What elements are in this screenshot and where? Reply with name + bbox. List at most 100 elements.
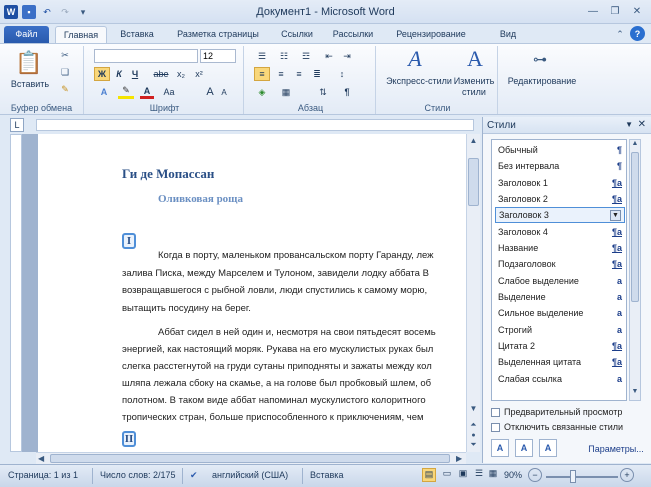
close-pane-icon[interactable]: ✕	[638, 119, 646, 130]
tab-review[interactable]: Рецензирование	[386, 26, 476, 43]
word-count[interactable]: Число слов: 2/175	[100, 470, 176, 480]
font-name-select[interactable]	[94, 49, 198, 63]
paragraph-line[interactable]: шляпа лежала сбоку на скамье, а на голов…	[122, 375, 431, 392]
vertical-scroll-thumb[interactable]	[468, 158, 479, 206]
style-item-subtitle[interactable]: Подзаголовок ¶a	[495, 256, 625, 272]
editing-button[interactable]: Редактирование	[500, 76, 584, 86]
change-styles-icon[interactable]: A	[462, 46, 488, 72]
close-icon[interactable]: ✕	[627, 3, 647, 19]
increase-indent-icon[interactable]: ⇥	[340, 49, 354, 63]
next-page-icon[interactable]: ⏷	[468, 440, 479, 451]
binoculars-icon[interactable]: ⊶	[530, 49, 550, 69]
style-item-subtle-emphasis[interactable]: Слабое выделение a	[495, 273, 625, 289]
horizontal-scroll-thumb[interactable]	[50, 454, 450, 463]
paragraph-line[interactable]: тропических стран, больше приспособленно…	[122, 409, 424, 426]
collapse-ribbon-icon[interactable]: ⌃	[614, 27, 626, 41]
tab-page-layout[interactable]: Разметка страницы	[168, 26, 268, 43]
underline-button[interactable]: Ч	[128, 67, 142, 81]
tab-file[interactable]: Файл	[4, 26, 49, 43]
sort-icon[interactable]: ⇅	[316, 85, 330, 99]
scroll-left-icon[interactable]: ◀	[38, 454, 44, 463]
decrease-indent-icon[interactable]: ⇤	[322, 49, 336, 63]
tab-selector-button[interactable]: L	[10, 118, 24, 132]
zoom-slider-track[interactable]	[546, 476, 618, 478]
bullets-icon[interactable]: ☰	[254, 49, 270, 63]
checkbox-box[interactable]	[491, 407, 500, 417]
zoom-out-icon[interactable]: −	[528, 468, 542, 482]
text-effects-icon[interactable]: A	[96, 85, 112, 99]
paragraph-line[interactable]: Аббат сидел в ней один и, несмотря на св…	[158, 324, 436, 341]
style-item-heading-3[interactable]: Заголовок 3 ▼	[495, 207, 625, 223]
document-page[interactable]: Ги де Мопассан Оливковая роща I Когда в …	[38, 134, 478, 452]
tab-home[interactable]: Главная	[55, 26, 107, 43]
paragraph-line[interactable]: вытащить посудину на берег.	[122, 300, 251, 317]
pane-menu-icon[interactable]: ▼	[625, 120, 633, 129]
change-case-button[interactable]: Aa	[160, 85, 178, 99]
style-item-strong[interactable]: Строгий a	[495, 322, 625, 338]
horizontal-scrollbar[interactable]: ◀ ▶	[36, 452, 466, 464]
document-author[interactable]: Ги де Мопассан	[122, 166, 214, 182]
font-size-select[interactable]: 12	[200, 49, 236, 63]
draft-icon[interactable]: ▦	[486, 468, 500, 482]
scroll-right-icon[interactable]: ▶	[456, 454, 462, 463]
superscript-button[interactable]: x²	[192, 67, 206, 81]
cut-icon[interactable]: ✂	[58, 48, 72, 62]
paragraph-line[interactable]: полотном. В таком виде аббат напоминал м…	[122, 392, 426, 409]
bold-button[interactable]: Ж	[94, 67, 110, 81]
style-item-heading-2[interactable]: Заголовок 2 ¶a	[495, 191, 625, 207]
print-layout-icon[interactable]: ▤	[422, 468, 436, 482]
language-indicator[interactable]: английский (США)	[212, 470, 288, 480]
vertical-ruler[interactable]	[10, 134, 22, 452]
paragraph-line[interactable]: Когда в порту, маленьком провансальском …	[158, 247, 434, 264]
horizontal-ruler[interactable]	[36, 119, 474, 131]
borders-icon[interactable]: ▦	[278, 85, 294, 99]
tab-view[interactable]: Вид	[494, 26, 522, 43]
style-item-heading-4[interactable]: Заголовок 4 ¶a	[495, 224, 625, 240]
web-layout-icon[interactable]: ▣	[456, 468, 470, 482]
proofing-icon[interactable]: ✔	[190, 470, 198, 481]
strikethrough-button[interactable]: abe	[152, 67, 170, 81]
style-item-title[interactable]: Название ¶a	[495, 240, 625, 256]
style-item-subtle-reference[interactable]: Слабая ссылка a	[495, 371, 625, 387]
tab-insert[interactable]: Вставка	[112, 26, 162, 43]
style-item-no-spacing[interactable]: Без интервала ¶	[495, 158, 625, 174]
checkbox-box[interactable]	[491, 422, 500, 432]
align-center-icon[interactable]: ≡	[274, 67, 288, 81]
quick-styles-button[interactable]: Экспресс-стили	[382, 76, 456, 86]
styles-scroll-thumb[interactable]	[631, 152, 639, 302]
multilevel-list-icon[interactable]: ☲	[298, 49, 314, 63]
style-item-intense-emphasis[interactable]: Сильное выделение a	[495, 305, 625, 321]
align-right-icon[interactable]: ≡	[292, 67, 306, 81]
paste-icon[interactable]: 📋	[14, 48, 44, 78]
shading-icon[interactable]: ◈	[254, 85, 270, 99]
tab-mailings[interactable]: Рассылки	[326, 26, 380, 43]
style-item-intense-quote[interactable]: Выделенная цитата ¶a	[495, 354, 625, 370]
manage-styles-icon[interactable]: A	[539, 439, 557, 457]
paragraph-line[interactable]: энергией, как настоящий моряк. Рукава на…	[122, 341, 433, 358]
browse-object-icon[interactable]: ●	[468, 432, 479, 440]
style-dropdown-icon[interactable]: ▼	[610, 209, 621, 221]
full-screen-icon[interactable]: ▭	[440, 468, 454, 482]
section-marker-1[interactable]: I	[122, 233, 136, 249]
help-icon[interactable]: ?	[630, 26, 645, 41]
style-item-heading-1[interactable]: Заголовок 1 ¶a	[495, 175, 625, 191]
outline-icon[interactable]: ☰	[472, 468, 486, 482]
format-painter-icon[interactable]: ✎	[58, 82, 72, 96]
style-item-normal[interactable]: Обычный ¶	[495, 142, 625, 158]
paragraph-line[interactable]: слегка расстегнутой на груди сутаны прип…	[122, 358, 432, 375]
tab-references[interactable]: Ссылки	[274, 26, 320, 43]
options-link[interactable]: Параметры...	[585, 443, 647, 455]
change-styles-button[interactable]: Изменить стили	[452, 76, 496, 98]
disable-linked-checkbox[interactable]: Отключить связанные стили	[491, 422, 623, 432]
numbering-icon[interactable]: ☷	[276, 49, 292, 63]
style-inspector-icon[interactable]: A	[515, 439, 533, 457]
zoom-slider-thumb[interactable]	[570, 470, 576, 483]
paste-button[interactable]: Вставить	[8, 79, 52, 89]
paragraph-line[interactable]: возвращавшегося с рыбной ловли, люди спу…	[122, 282, 427, 299]
insert-mode[interactable]: Вставка	[310, 470, 343, 480]
subscript-button[interactable]: x₂	[174, 67, 188, 81]
italic-button[interactable]: К	[112, 67, 126, 81]
style-item-emphasis[interactable]: Выделение a	[495, 289, 625, 305]
copy-icon[interactable]: ❏	[58, 65, 72, 79]
show-marks-button[interactable]: ¶	[340, 85, 354, 99]
